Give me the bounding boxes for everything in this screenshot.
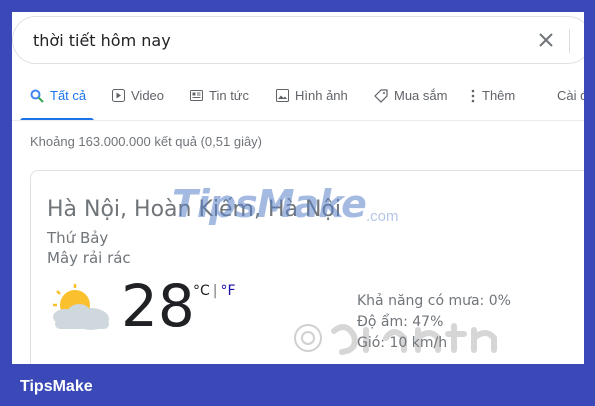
tab-news[interactable]: Tin tức: [190, 88, 249, 103]
rain-chance: Khả năng có mưa: 0%: [357, 293, 511, 309]
tab-label: Hình ảnh: [295, 88, 348, 103]
tab-shopping[interactable]: Mua sắm: [374, 88, 447, 103]
partly-cloudy-icon: [53, 284, 109, 330]
result-stats: Khoảng 163.000.000 kết quả (0,51 giây): [30, 134, 263, 149]
more-vert-icon: [471, 89, 475, 102]
temperature-units: °C | °F: [193, 283, 236, 299]
tab-label: Tin tức: [209, 88, 250, 103]
unit-celsius[interactable]: °C: [193, 283, 210, 299]
tab-video[interactable]: Video: [112, 88, 164, 103]
tag-icon: [374, 88, 388, 103]
tab-images[interactable]: Hình ảnh: [276, 88, 348, 103]
clear-search-button[interactable]: [533, 27, 559, 53]
footer-brand: TipsMake: [20, 378, 93, 395]
tab-more[interactable]: Thêm: [470, 88, 515, 103]
search-box[interactable]: thời tiết hôm nay: [12, 16, 584, 64]
play-icon: [112, 89, 125, 102]
unit-fahrenheit[interactable]: °F: [221, 283, 236, 299]
tab-label: Thêm: [482, 88, 516, 103]
watermark-emblem: [294, 323, 497, 355]
image-icon: [276, 89, 289, 102]
browser-frame: thời tiết hôm nay Tất cả Video Tin tức H…: [12, 12, 584, 364]
watermark-domain: .com: [366, 208, 399, 225]
close-icon: [539, 33, 553, 47]
weather-condition: Mây rải rác: [47, 249, 131, 267]
tab-all[interactable]: Tất cả: [30, 88, 86, 103]
search-input[interactable]: thời tiết hôm nay: [33, 31, 171, 50]
weather-day: Thứ Bảy: [47, 229, 109, 247]
unit-separator: |: [212, 283, 218, 299]
search-tabs: Tất cả Video Tin tức Hình ảnh Mua sắm Th…: [12, 82, 584, 122]
tab-label: Tất cả: [50, 88, 87, 103]
tabs-divider: [12, 120, 584, 121]
tab-label: Cài đ: [557, 88, 584, 103]
tab-label: Mua sắm: [394, 88, 448, 103]
tab-label: Video: [131, 88, 165, 103]
news-icon: [190, 90, 203, 101]
footer-bar: TipsMake: [0, 372, 595, 406]
temperature-value: 28: [121, 272, 195, 340]
tab-settings[interactable]: Cài đ: [557, 88, 584, 103]
search-icon: [30, 89, 44, 103]
search-box-divider: [569, 29, 570, 53]
watermark-logo: TipsMake: [172, 182, 367, 226]
